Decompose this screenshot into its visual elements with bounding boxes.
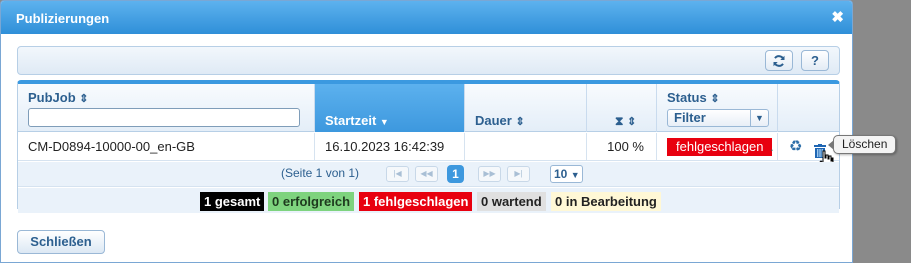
sort-icon: ⇕ <box>710 93 720 105</box>
sort-icon: ⇕ <box>79 93 89 105</box>
cell-startzeit: 16.10.2023 16:42:39 <box>315 133 465 161</box>
summary-failed: 1 fehlgeschlagen <box>359 192 473 211</box>
refresh-icon <box>773 55 785 67</box>
column-label-dauer: Dauer <box>475 113 512 128</box>
publications-grid: PubJob ⇕ Startzeit ▼ Dauer ⇕ ⧗ ⇕ Status … <box>17 80 840 213</box>
first-page-button[interactable]: |◀ <box>386 166 409 182</box>
column-header-progress[interactable]: ⧗ ⇕ <box>587 84 657 132</box>
hourglass-icon: ⧗ <box>615 114 624 128</box>
pager: (Seite 1 von 1) |◀ ◀◀ 1 ▶▶ ▶| 10 ▼ <box>18 162 839 187</box>
column-label-status: Status <box>667 90 707 105</box>
help-button[interactable]: ? <box>801 50 829 71</box>
status-filter-value: Filter <box>674 110 706 125</box>
grid-header: PubJob ⇕ Startzeit ▼ Dauer ⇕ ⧗ ⇕ Status … <box>18 84 839 132</box>
page-size-value: 10 <box>554 167 568 181</box>
column-label-startzeit: Startzeit <box>325 113 377 128</box>
close-icon[interactable]: ✖ <box>831 8 844 26</box>
cell-progress: 100 % <box>587 133 657 161</box>
table-row[interactable]: CM-D0894-10000-00_en-GB 16.10.2023 16:42… <box>18 133 839 168</box>
sort-desc-icon: ▼ <box>379 117 389 127</box>
chevron-down-icon: ▼ <box>750 110 768 126</box>
page-size-select[interactable]: 10 ▼ <box>550 165 583 183</box>
overflow-ellipsis: . <box>770 139 774 154</box>
column-header-status[interactable]: Status ⇕ Filter ▼ <box>657 84 778 132</box>
column-header-pubjob[interactable]: PubJob ⇕ <box>18 84 315 132</box>
sort-icon: ⇕ <box>627 116 637 128</box>
column-header-dauer[interactable]: Dauer ⇕ <box>465 84 587 132</box>
prev-page-button[interactable]: ◀◀ <box>415 166 438 182</box>
summary-processing: 0 in Bearbeitung <box>551 192 661 211</box>
cell-status: fehlgeschlagen . <box>657 133 778 161</box>
dialog-titlebar: Publizierungen ✖ <box>1 1 852 34</box>
status-badge: fehlgeschlagen <box>667 138 773 156</box>
delete-tooltip: Löschen <box>827 135 897 154</box>
sort-icon: ⇕ <box>515 116 525 128</box>
column-header-actions <box>778 84 839 132</box>
summary-waiting: 0 wartend <box>477 192 546 211</box>
last-page-button[interactable]: ▶| <box>507 166 530 182</box>
page-info: (Seite 1 von 1) <box>281 166 360 180</box>
pubjob-filter-input[interactable] <box>28 108 300 127</box>
chevron-down-icon: ▼ <box>570 170 580 180</box>
close-button[interactable]: Schließen <box>17 230 105 254</box>
cell-dauer <box>465 133 587 161</box>
refresh-button[interactable] <box>765 50 793 71</box>
summary-total: 1 gesamt <box>200 192 265 211</box>
current-page-button[interactable]: 1 <box>447 165 464 183</box>
summary-bar: 1 gesamt 0 erfolgreich 1 fehlgeschlagen … <box>18 188 839 213</box>
column-header-startzeit[interactable]: Startzeit ▼ <box>315 84 465 132</box>
summary-success: 0 erfolgreich <box>268 192 355 211</box>
next-page-button[interactable]: ▶▶ <box>478 166 501 182</box>
status-filter-select[interactable]: Filter ▼ <box>667 109 769 127</box>
recycle-icon[interactable]: ♻ <box>789 133 802 160</box>
publications-dialog: Publizierungen ✖ ? PubJob ⇕ Startzeit ▼ … <box>0 0 853 263</box>
column-label-pubjob: PubJob <box>28 90 76 105</box>
cell-pubjob: CM-D0894-10000-00_en-GB <box>18 133 315 161</box>
dialog-title: Publizierungen <box>16 11 110 26</box>
grid-toolbar: ? <box>17 46 840 75</box>
